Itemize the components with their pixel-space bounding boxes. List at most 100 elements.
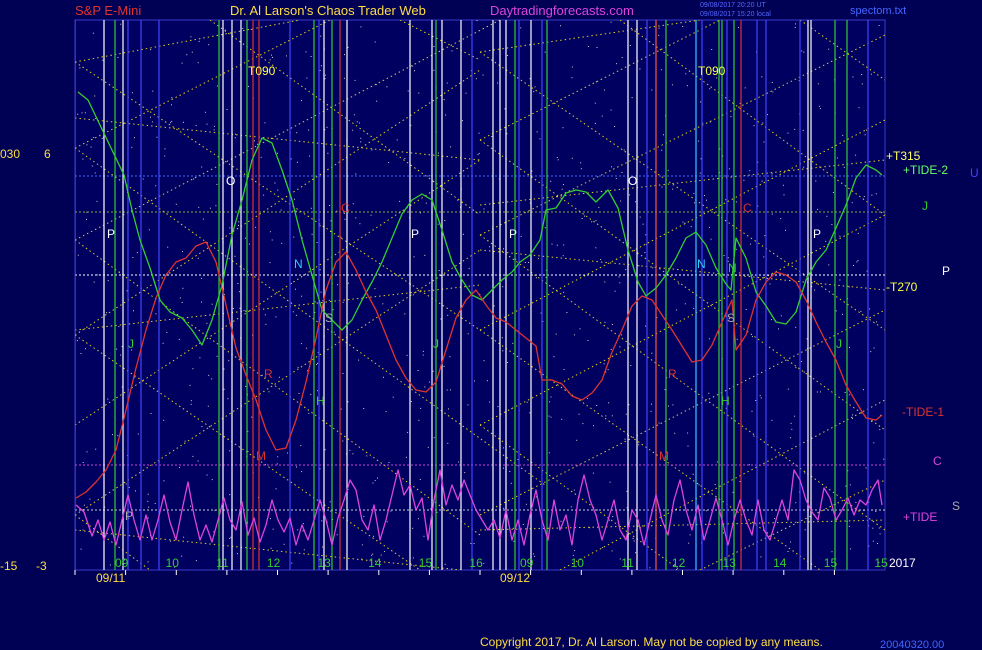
- star-dot: [342, 440, 344, 442]
- star-dot: [234, 255, 236, 257]
- star-dot: [678, 283, 680, 285]
- star-dot: [727, 257, 729, 259]
- star-dot: [427, 446, 429, 448]
- star-dot: [197, 62, 199, 64]
- star-dot: [226, 109, 228, 110]
- star-dot: [450, 146, 451, 148]
- star-dot: [82, 462, 84, 463]
- star-dot: [651, 89, 653, 91]
- star-dot: [870, 73, 872, 75]
- star-dot: [319, 269, 321, 271]
- star-dot: [795, 326, 797, 328]
- x-tick-label: 14: [368, 556, 382, 570]
- star-dot: [649, 567, 651, 569]
- star-dot: [137, 433, 139, 435]
- label-c: C: [933, 454, 942, 468]
- star-dot: [596, 47, 598, 48]
- star-dot: [650, 410, 652, 412]
- star-dot: [625, 269, 627, 271]
- star-dot: [861, 83, 863, 85]
- star-dot: [280, 209, 282, 211]
- star-dot: [473, 543, 475, 544]
- star-dot: [594, 102, 596, 104]
- star-dot: [855, 502, 857, 503]
- star-dot: [497, 406, 499, 408]
- star-dot: [181, 62, 183, 64]
- star-dot: [354, 79, 356, 81]
- star-dot: [667, 169, 669, 171]
- star-dot: [604, 89, 605, 91]
- star-dot: [90, 146, 92, 148]
- star-dot: [407, 431, 409, 433]
- star-dot: [534, 86, 536, 88]
- star-dot: [444, 563, 446, 565]
- star-dot: [534, 555, 536, 557]
- star-dot: [787, 551, 789, 552]
- x-tick-label: 09: [115, 556, 129, 570]
- star-dot: [817, 208, 819, 210]
- label-t315: +T315: [886, 149, 921, 163]
- star-dot: [464, 472, 466, 474]
- star-dot: [561, 418, 563, 420]
- star-dot: [386, 86, 388, 88]
- star-dot: [190, 36, 192, 38]
- star-dot: [875, 193, 877, 195]
- star-dot: [872, 527, 874, 529]
- star-dot: [598, 206, 600, 208]
- star-dot: [619, 346, 621, 348]
- star-dot: [154, 503, 156, 504]
- star-dot: [716, 461, 718, 463]
- star-dot: [336, 534, 338, 536]
- star-dot: [302, 530, 304, 532]
- star-dot: [483, 360, 485, 362]
- star-dot: [503, 507, 505, 509]
- star-dot: [329, 501, 331, 503]
- star-dot: [879, 533, 881, 535]
- star-dot: [779, 448, 781, 450]
- star-dot: [699, 172, 701, 174]
- star-dot: [863, 196, 865, 197]
- star-dot: [316, 242, 318, 243]
- star-dot: [228, 360, 230, 362]
- planet-label: H: [721, 394, 730, 408]
- star-dot: [828, 264, 830, 266]
- star-dot: [633, 540, 635, 542]
- star-dot: [877, 543, 878, 544]
- star-dot: [310, 56, 312, 57]
- star-dot: [814, 289, 816, 291]
- star-dot: [162, 342, 164, 344]
- star-dot: [422, 350, 424, 352]
- star-dot: [556, 244, 558, 246]
- star-dot: [497, 82, 499, 84]
- star-dot: [118, 326, 120, 328]
- star-dot: [844, 392, 846, 393]
- chaos-chart: S&P E-Mini Dr. Al Larson's Chaos Trader …: [0, 0, 982, 650]
- star-dot: [290, 158, 292, 160]
- planet-label: J: [836, 337, 842, 351]
- star-dot: [780, 315, 782, 317]
- y-left-outer-bottom: -15: [0, 559, 18, 573]
- star-dot: [528, 261, 529, 263]
- site-link[interactable]: Daytradingforecasts.com: [490, 3, 634, 18]
- star-dot: [878, 527, 880, 529]
- star-dot: [483, 562, 485, 564]
- star-dot: [725, 175, 727, 177]
- star-dot: [410, 401, 412, 402]
- star-dot: [602, 547, 604, 549]
- x-tick-label: 16: [469, 556, 483, 570]
- star-dot: [142, 178, 144, 180]
- star-dot: [839, 235, 841, 237]
- star-dot: [849, 484, 851, 486]
- label-j: J: [922, 199, 928, 213]
- star-dot: [418, 419, 420, 421]
- star-dot: [80, 548, 82, 550]
- star-dot: [804, 529, 806, 531]
- star-dot: [539, 138, 541, 140]
- star-dot: [848, 286, 850, 288]
- star-dot: [107, 398, 109, 400]
- star-dot: [206, 474, 208, 476]
- star-dot: [244, 237, 246, 239]
- star-dot: [851, 202, 853, 204]
- star-dot: [520, 236, 522, 237]
- star-dot: [295, 210, 297, 212]
